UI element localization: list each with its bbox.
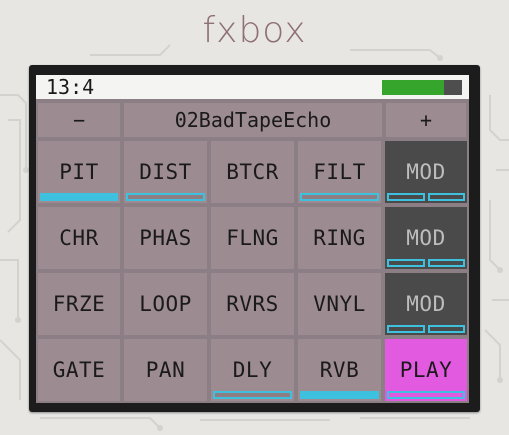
next-preset-button[interactable]: + [386, 103, 466, 137]
battery-level [382, 80, 444, 95]
effect-pan-button[interactable]: PAN [124, 339, 207, 401]
mod-slot-indicator [387, 325, 465, 333]
effect-phas-button[interactable]: PHAS [124, 207, 207, 269]
effect-frze-button[interactable]: FRZE [38, 273, 120, 335]
effect-flng-button[interactable]: FLNG [211, 207, 294, 269]
effect-mod-button[interactable]: MOD [385, 207, 467, 269]
effect-label: BTCR [226, 160, 279, 184]
effect-label: DLY [232, 358, 273, 382]
effect-label: PIT [59, 160, 99, 184]
effect-mod-button[interactable]: MOD [385, 273, 467, 335]
effect-label: GATE [52, 358, 106, 382]
effect-label: RVRS [226, 292, 279, 316]
effect-dist-button[interactable]: DIST [124, 141, 207, 203]
prev-preset-button[interactable]: − [38, 103, 120, 137]
device-screen: 13:4 − 02BadTapeEcho + PIT DIST BTCR FILT MO… [36, 75, 469, 403]
effect-label: PLAY [399, 358, 453, 382]
effect-loop-button[interactable]: LOOP [124, 273, 207, 335]
brand-logo: fxbox [202, 10, 307, 51]
preset-name: 02BadTapeEcho [124, 103, 382, 137]
effect-label: FILT [313, 160, 366, 184]
effect-active-indicator [40, 193, 118, 201]
effect-label: PHAS [139, 226, 192, 250]
mod-slot-indicator [387, 259, 465, 267]
effect-chr-button[interactable]: CHR [38, 207, 120, 269]
mod-slot-indicator [387, 193, 465, 201]
effect-label: PAN [145, 358, 186, 382]
effect-label: FRZE [52, 292, 106, 316]
effect-label: LOOP [139, 292, 192, 316]
effect-param-indicator [126, 193, 205, 201]
effect-gate-button[interactable]: GATE [38, 339, 120, 401]
effect-label: MOD [406, 160, 446, 184]
effect-rvrs-button[interactable]: RVRS [211, 273, 294, 335]
effect-dly-button[interactable]: DLY [211, 339, 294, 401]
effect-label: MOD [406, 292, 446, 316]
effect-pit-button[interactable]: PIT [38, 141, 120, 203]
effect-label: FLNG [226, 226, 279, 250]
effect-param-indicator [213, 391, 292, 399]
effect-label: VNYL [313, 292, 366, 316]
effect-active-indicator [300, 391, 379, 399]
clock-time: 13:4 [46, 75, 95, 99]
play-button[interactable]: PLAY [385, 339, 467, 401]
play-indicator [387, 391, 465, 399]
effect-mod-button[interactable]: MOD [385, 141, 467, 203]
effect-vnyl-button[interactable]: VNYL [298, 273, 381, 335]
effect-rvb-button[interactable]: RVB [298, 339, 381, 401]
effect-label: CHR [59, 226, 99, 250]
effect-label: MOD [406, 226, 446, 250]
effect-label: RING [313, 226, 366, 250]
effect-label: DIST [139, 160, 192, 184]
battery-icon [382, 80, 462, 95]
effect-label: RVB [319, 358, 360, 382]
effect-btcr-button[interactable]: BTCR [211, 141, 294, 203]
effect-ring-button[interactable]: RING [298, 207, 381, 269]
effect-filt-button[interactable]: FILT [298, 141, 381, 203]
status-bar: 13:4 [36, 75, 469, 99]
effect-param-indicator [300, 193, 379, 201]
